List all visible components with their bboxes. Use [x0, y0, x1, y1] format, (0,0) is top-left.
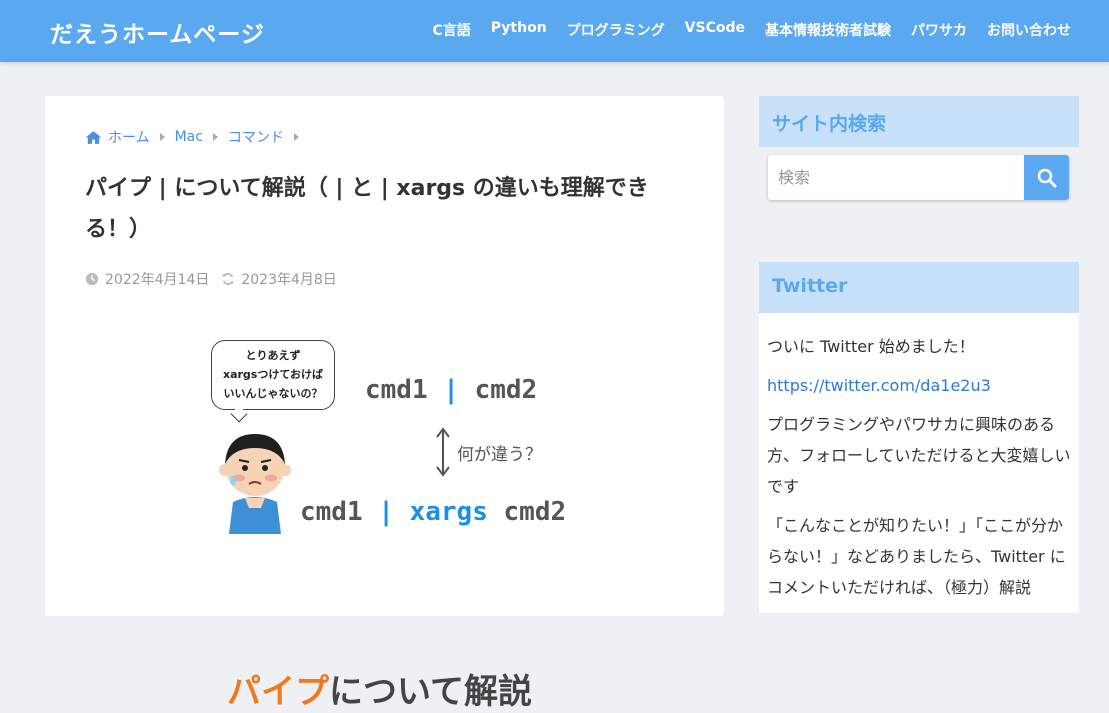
nav-item-pawasaka[interactable]: パワサカ: [911, 20, 967, 40]
refresh-icon: [222, 273, 235, 285]
search-button[interactable]: [1024, 155, 1069, 200]
search-form: [768, 155, 1069, 200]
nav-item-vscode[interactable]: VSCode: [685, 20, 745, 40]
search-icon: [1037, 168, 1056, 187]
post-meta: 2022年4月14日 2023年4月8日: [85, 269, 337, 289]
nav-item-python[interactable]: Python: [491, 20, 547, 40]
site-title[interactable]: だえうホームページ: [50, 15, 265, 49]
breadcrumb-separator-icon: [212, 133, 218, 141]
nav-item-programming[interactable]: プログラミング: [567, 20, 665, 40]
breadcrumb-mac[interactable]: Mac: [175, 129, 203, 145]
site-header: だえうホームページ C言語 Python プログラミング VSCode 基本情報…: [0, 0, 1109, 62]
search-input[interactable]: [768, 155, 1024, 200]
article-card: ホーム Mac コマンド パイプ | について解説（ | と | xargs の…: [45, 96, 724, 712]
twitter-text-1: ついに Twitter 始めました！: [767, 337, 975, 356]
breadcrumb-command[interactable]: コマンド: [228, 127, 284, 147]
clock-icon: [85, 272, 99, 286]
sidebar-twitter-heading: Twitter: [759, 262, 1079, 313]
eyecatch-image: とりあえず xargsつけておけば いいんじゃないの？ cmd1 | cmd2 …: [205, 332, 567, 712]
double-arrow-icon: [436, 427, 450, 477]
twitter-widget: ついに Twitter 始めました！ https://twitter.com/d…: [759, 313, 1079, 613]
cmd-top: cmd1 | cmd2: [365, 375, 538, 405]
breadcrumb: ホーム Mac コマンド: [85, 127, 303, 147]
home-icon: [85, 130, 102, 144]
speech-bubble: とりあえず xargsつけておけば いいんじゃないの？: [211, 340, 335, 410]
nav-item-fe-exam[interactable]: 基本情報技術者試験: [765, 20, 891, 40]
published-date: 2022年4月14日: [105, 272, 210, 288]
worried-person-illustration: [219, 434, 291, 534]
nav-item-c[interactable]: C言語: [433, 20, 471, 40]
sidebar-search-heading: サイト内検索: [759, 96, 1079, 147]
twitter-link[interactable]: https://twitter.com/da1e2u3: [767, 376, 991, 395]
twitter-text-3: 「こんなことが知りたい！」「ここが分からない！」などありましたら、Twitter…: [767, 516, 1066, 597]
eyecatch-title: パイプについて解説: [227, 672, 532, 712]
breadcrumb-home[interactable]: ホーム: [108, 127, 150, 147]
breadcrumb-separator-icon: [159, 133, 165, 141]
cmd-bottom: cmd1 | xargs cmd2: [300, 497, 567, 527]
diff-label: 何が違う？: [457, 445, 542, 465]
nav-item-contact[interactable]: お問い合わせ: [987, 20, 1071, 40]
breadcrumb-separator-icon: [293, 133, 299, 141]
global-nav: C言語 Python プログラミング VSCode 基本情報技術者試験 パワサカ…: [433, 20, 1072, 40]
twitter-text-2: プログラミングやパワサカに興味のある方、フォローしていただけると大変嬉しいです: [767, 415, 1071, 496]
updated-date: 2023年4月8日: [241, 272, 337, 288]
article-title: パイプ | について解説（ | と | xargs の違いも理解できる！）: [85, 176, 649, 242]
